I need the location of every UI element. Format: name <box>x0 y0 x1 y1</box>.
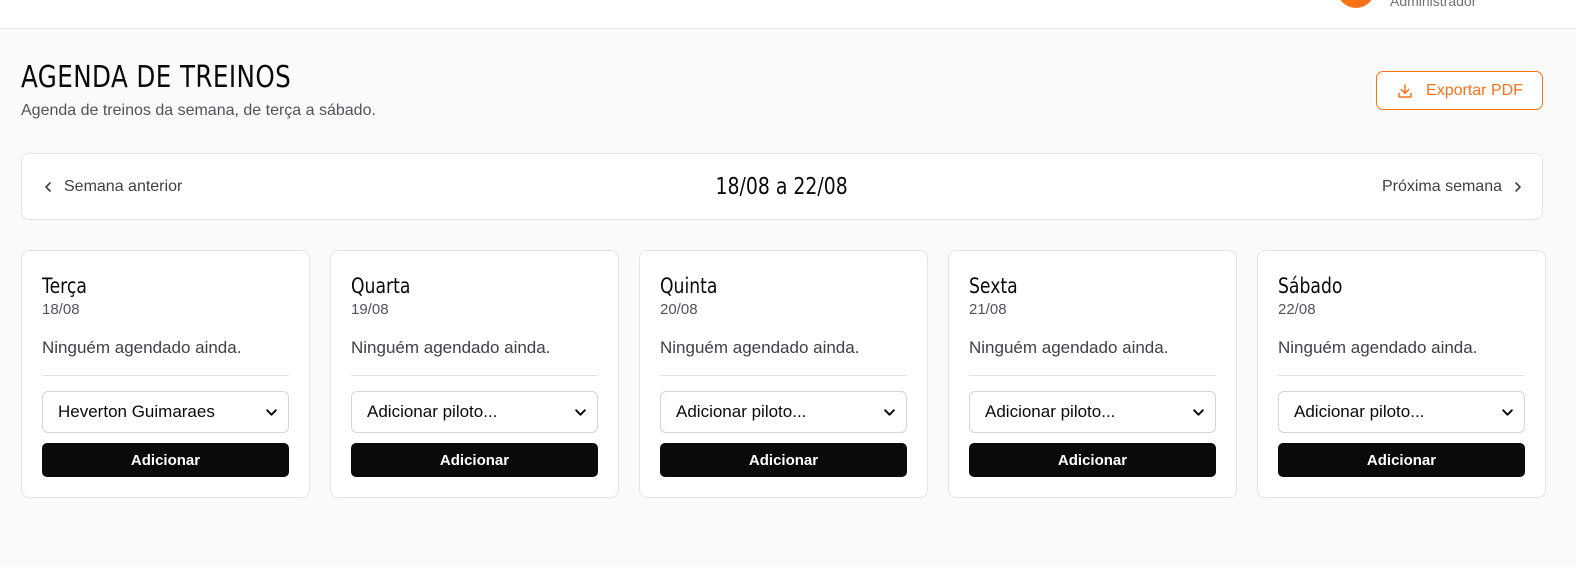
top-bar: Administrador <box>0 0 1576 29</box>
add-pilot-button[interactable]: Adicionar <box>351 443 598 477</box>
user-role: Administrador <box>1390 0 1477 9</box>
export-pdf-label: Exportar PDF <box>1426 81 1523 99</box>
divider <box>42 375 289 376</box>
export-pdf-button[interactable]: Exportar PDF <box>1376 71 1543 110</box>
pilot-select[interactable]: Adicionar piloto... <box>969 391 1216 433</box>
divider <box>969 375 1216 376</box>
day-name: Sexta <box>969 274 1018 298</box>
chevron-right-icon <box>1515 181 1521 192</box>
day-date: 19/08 <box>351 301 389 318</box>
week-range: 18/08 a 22/08 <box>22 154 1542 219</box>
divider <box>660 375 907 376</box>
day-card-quinta: Quinta 20/08 Ninguém agendado ainda. Adi… <box>639 250 928 498</box>
day-date: 18/08 <box>42 301 80 318</box>
pilot-select-value: Adicionar piloto... <box>985 402 1116 421</box>
next-week-label: Próxima semana <box>1381 177 1502 195</box>
page-subtitle: Agenda de treinos da semana, de terça a … <box>21 102 376 119</box>
pilot-select[interactable]: Adicionar piloto... <box>1278 391 1525 433</box>
pilot-select-value: Adicionar piloto... <box>676 402 807 421</box>
chevron-down-icon <box>1193 408 1204 416</box>
add-pilot-button[interactable]: Adicionar <box>42 443 289 477</box>
day-date: 20/08 <box>660 301 698 318</box>
next-week-button[interactable]: Próxima semana <box>1382 154 1524 219</box>
day-card-terca: Terça 18/08 Ninguém agendado ainda. Heve… <box>21 250 310 498</box>
chevron-down-icon <box>884 408 895 416</box>
pilot-select[interactable]: Heverton Guimaraes <box>42 391 289 433</box>
divider <box>351 375 598 376</box>
day-date: 22/08 <box>1278 301 1316 318</box>
week-range-text: 18/08 a 22/08 <box>715 173 849 200</box>
day-name: Quarta <box>351 274 411 298</box>
chevron-down-icon <box>575 408 586 416</box>
day-card-quarta: Quarta 19/08 Ninguém agendado ainda. Adi… <box>330 250 619 498</box>
add-pilot-button[interactable]: Adicionar <box>1278 443 1525 477</box>
add-pilot-button[interactable]: Adicionar <box>969 443 1216 477</box>
day-name: Terça <box>42 274 87 298</box>
day-name: Quinta <box>660 274 718 298</box>
week-navigator: Semana anterior 18/08 a 22/08 Próxima se… <box>21 153 1543 220</box>
pilot-select[interactable]: Adicionar piloto... <box>351 391 598 433</box>
empty-schedule-message: Ninguém agendado ainda. <box>351 338 551 357</box>
empty-schedule-message: Ninguém agendado ainda. <box>969 338 1169 357</box>
day-cards: Terça 18/08 Ninguém agendado ainda. Heve… <box>21 250 1546 498</box>
download-icon <box>1398 83 1412 98</box>
add-pilot-button[interactable]: Adicionar <box>660 443 907 477</box>
chevron-down-icon <box>266 408 277 416</box>
day-name: Sábado <box>1278 274 1343 298</box>
pilot-select-value: Adicionar piloto... <box>367 402 498 421</box>
pilot-select[interactable]: Adicionar piloto... <box>660 391 907 433</box>
chevron-down-icon <box>1502 408 1513 416</box>
pilot-select-value: Adicionar piloto... <box>1294 402 1425 421</box>
empty-schedule-message: Ninguém agendado ainda. <box>660 338 860 357</box>
avatar[interactable] <box>1337 0 1375 8</box>
pilot-select-value: Heverton Guimaraes <box>58 402 215 421</box>
page-title: AGENDA DE TREINOS <box>21 60 292 95</box>
day-date: 21/08 <box>969 301 1007 318</box>
day-card-sexta: Sexta 21/08 Ninguém agendado ainda. Adic… <box>948 250 1237 498</box>
day-card-sabado: Sábado 22/08 Ninguém agendado ainda. Adi… <box>1257 250 1546 498</box>
empty-schedule-message: Ninguém agendado ainda. <box>1278 338 1478 357</box>
empty-schedule-message: Ninguém agendado ainda. <box>42 338 242 357</box>
divider <box>1278 375 1525 376</box>
